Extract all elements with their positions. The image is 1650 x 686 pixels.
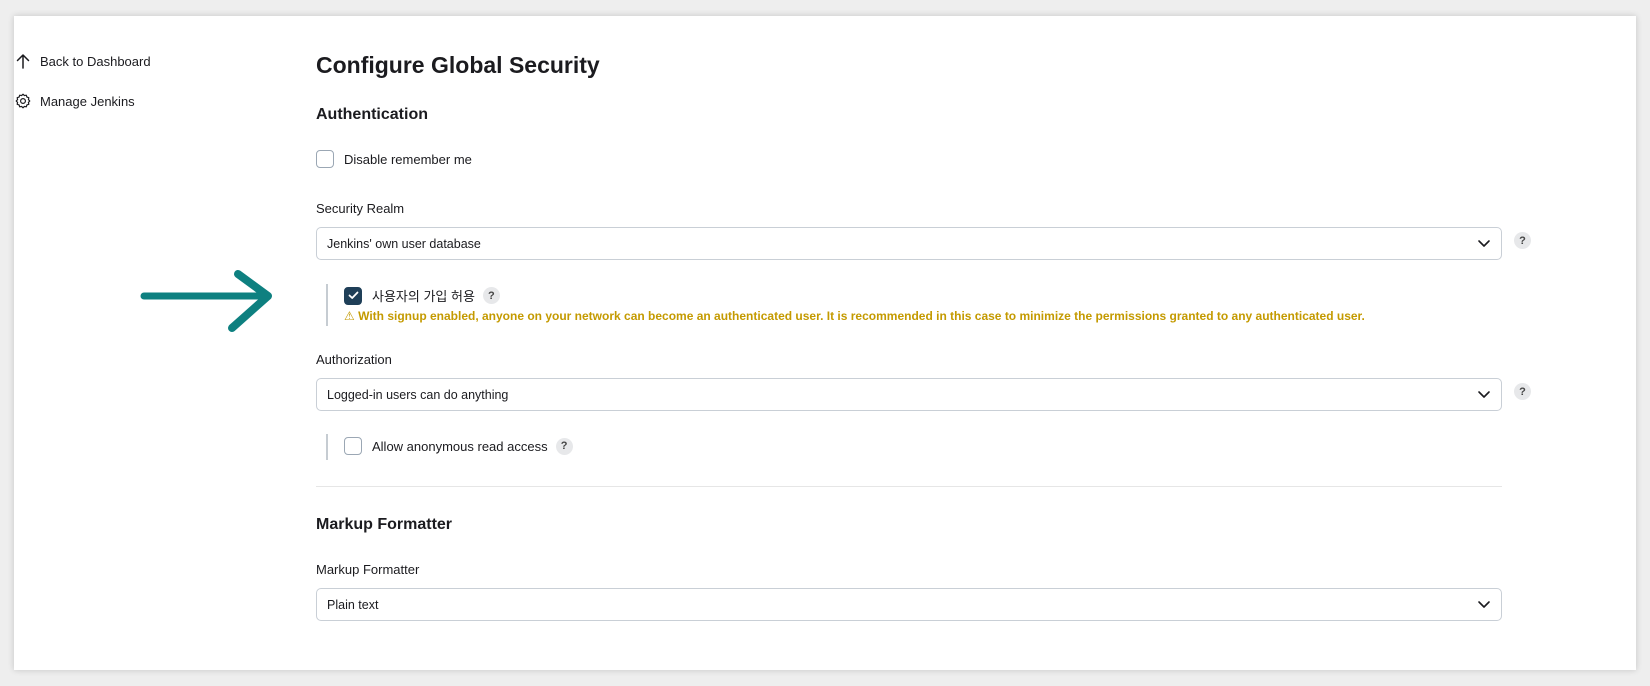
markup-formatter-select[interactable]: Plain text [316,588,1502,621]
authorization-help-icon[interactable]: ? [1514,383,1531,400]
checkmark-icon [348,291,358,299]
allow-signup-label[interactable]: 사용자의 가입 허용 [372,286,475,305]
allow-signup-checkbox[interactable] [344,286,362,305]
chevron-down-icon [1477,236,1491,253]
authorization-label: Authorization [316,352,392,367]
chevron-down-icon [1477,597,1491,614]
page-card: Back to Dashboard Manage Jenkins Configu… [14,16,1636,670]
markup-formatter-value: Plain text [327,597,379,612]
security-realm-help-icon[interactable]: ? [1514,232,1531,249]
anonymous-read-checkbox[interactable] [344,437,362,455]
anonymous-read-row: Allow anonymous read access ? [344,437,573,455]
section-title-markup-formatter: Markup Formatter [316,516,453,533]
signup-warning-text: With signup enabled, anyone on your netw… [358,309,1365,323]
gear-icon [14,92,32,110]
sidebar-item-label: Back to Dashboard [40,53,151,69]
allow-signup-row: 사용자의 가입 허용 ? [344,286,500,305]
anonymous-read-help-icon[interactable]: ? [555,437,573,455]
sidebar-item-back-to-dashboard[interactable]: Back to Dashboard [14,52,151,70]
anonymous-read-label[interactable]: Allow anonymous read access [372,439,548,454]
authorization-value: Logged-in users can do anything [327,387,509,402]
disable-remember-me-label[interactable]: Disable remember me [344,152,472,167]
sidebar-item-manage-jenkins[interactable]: Manage Jenkins [14,92,135,110]
section-divider [316,486,1502,487]
signup-warning: ⚠ With signup enabled, anyone on your ne… [344,309,1365,323]
authorization-select[interactable]: Logged-in users can do anything [316,378,1502,411]
security-realm-select[interactable]: Jenkins' own user database [316,227,1502,260]
disable-remember-me-row: Disable remember me [316,150,472,168]
security-realm-label: Security Realm [316,201,405,216]
disable-remember-me-checkbox[interactable] [316,150,334,168]
page-title: Configure Global Security [316,52,600,78]
allow-signup-help-icon[interactable]: ? [482,287,500,304]
annotation-arrow-icon [140,270,272,332]
signup-nested-bar [326,284,328,326]
section-title-authentication: Authentication [316,106,428,123]
sidebar-item-label: Manage Jenkins [40,93,135,109]
chevron-down-icon [1477,387,1491,404]
anonymous-nested-bar [326,434,328,460]
arrow-up-icon [14,52,32,70]
warning-icon: ⚠ [344,309,355,323]
markup-formatter-label: Markup Formatter [316,562,420,577]
security-realm-value: Jenkins' own user database [327,236,481,251]
